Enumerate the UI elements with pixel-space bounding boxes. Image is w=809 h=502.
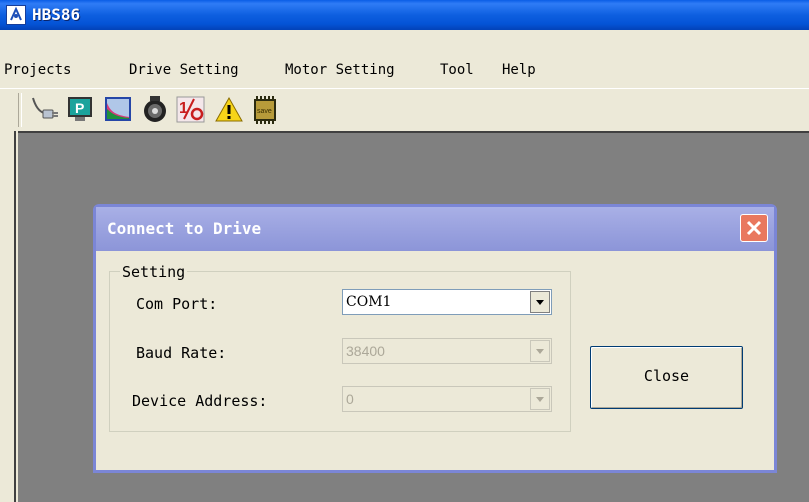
parameter-p-icon[interactable]: P [66,95,94,123]
save-chip-icon[interactable]: save [250,95,278,124]
chevron-down-icon[interactable] [530,388,550,410]
chevron-down-icon[interactable] [530,340,550,362]
menu-help[interactable]: Help [502,62,536,78]
save-chip-label: save [257,108,272,115]
baud-rate-value: 38400 [346,343,385,359]
svg-text:P: P [75,100,84,116]
setting-group-label: Setting [120,263,188,281]
chart-graph-icon[interactable] [103,95,131,123]
motor-icon[interactable] [140,95,168,123]
dialog-close-icon[interactable] [740,214,768,242]
close-button-label: Close [643,367,690,385]
device-address-label: Device Address: [132,392,268,410]
menu-tool[interactable]: Tool [440,62,474,78]
com-port-value: COM1 [346,294,392,310]
app-logo-icon [6,5,26,25]
device-address-value: 0 [346,391,354,407]
toolbar-grip [18,93,22,127]
connect-dialog: Connect to Drive Setting Com Port: COM1 … [93,204,777,473]
window-titlebar[interactable]: HBS86 [0,0,809,30]
menu-drive-setting[interactable]: Drive Setting [129,62,239,78]
dialog-titlebar[interactable]: Connect to Drive [96,207,774,251]
menu-projects[interactable]: Projects [4,62,71,78]
toolbar: P 1 save [0,88,809,132]
device-address-select[interactable]: 0 [342,386,552,412]
com-port-label: Com Port: [136,295,218,313]
chevron-down-icon[interactable] [530,291,550,313]
io-icon[interactable]: 1 [176,95,205,123]
menu-motor-setting[interactable]: Motor Setting [285,62,395,78]
dialog-title: Connect to Drive [107,219,262,238]
baud-rate-select[interactable]: 38400 [342,338,552,364]
window-title: HBS86 [32,5,81,24]
close-button[interactable]: Close [590,346,743,409]
connect-plug-icon[interactable] [30,95,58,123]
com-port-select[interactable]: COM1 [342,289,552,315]
warning-icon[interactable] [214,95,243,123]
baud-rate-label: Baud Rate: [136,344,227,362]
menubar: Projects Drive Setting Motor Setting Too… [0,30,809,89]
left-frame [0,131,18,502]
